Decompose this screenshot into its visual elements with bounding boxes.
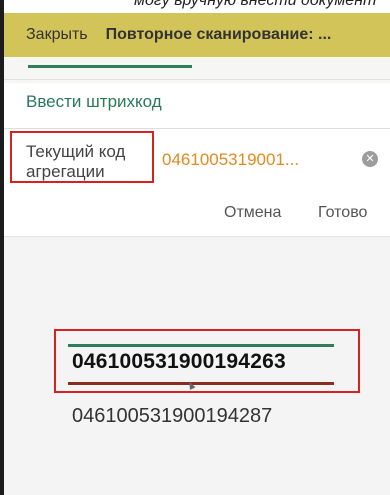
current-code-value[interactable]: 0461005319001... — [162, 150, 299, 170]
mobile-screen: могу вручную внести документ Закрыть Пов… — [4, 0, 390, 495]
divider — [4, 79, 390, 80]
clear-icon[interactable]: ✕ — [362, 151, 378, 167]
done-button[interactable]: Готово — [318, 204, 367, 222]
active-field-underline — [28, 65, 192, 68]
picker-header: Отмена Готово — [4, 190, 390, 237]
cancel-button[interactable]: Отмена — [224, 204, 281, 222]
top-partial-text: могу вручную внести документ — [134, 0, 377, 9]
annotation-highlight-label — [10, 131, 154, 183]
page-title: Повторное сканирование: ... — [105, 26, 332, 43]
enter-barcode-link[interactable]: Ввести штрихкод — [26, 92, 162, 112]
close-button[interactable]: Закрыть — [26, 26, 88, 44]
top-partial-strip: могу вручную внести документ — [4, 0, 390, 13]
picker-next-value[interactable]: 046100531900194287 — [72, 405, 272, 428]
code-picker[interactable]: 046100531900194263 046100531900194287 — [4, 237, 390, 495]
annotation-highlight-picker — [54, 329, 360, 393]
toolbar: Закрыть Повторное сканирование: ... — [4, 13, 390, 57]
form-top-strip — [4, 57, 390, 83]
divider — [4, 128, 390, 129]
